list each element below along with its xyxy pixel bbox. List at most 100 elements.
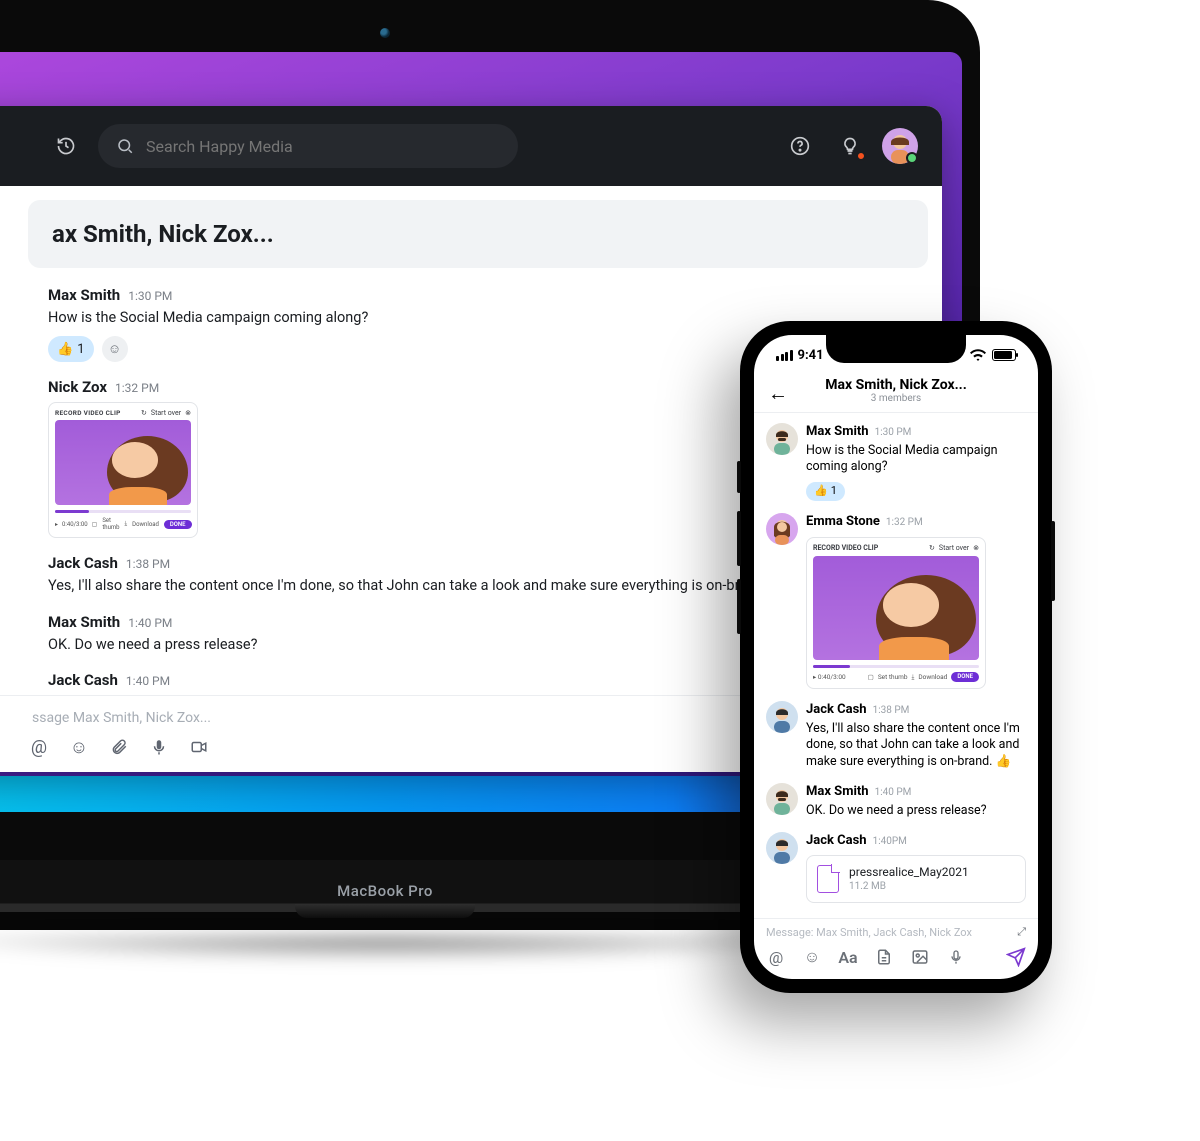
message-author[interactable]: Nick Zox <box>48 378 107 396</box>
message-time: 1:40PM <box>873 835 907 849</box>
message: Max Smith1:30 PM How is the Social Media… <box>766 423 1026 501</box>
history-icon[interactable] <box>48 128 84 164</box>
video-frame[interactable] <box>55 420 191 505</box>
video-card-title: RECORD VIDEO CLIP <box>813 544 878 553</box>
mention-icon[interactable]: @ <box>28 736 50 758</box>
notification-dot <box>856 151 866 161</box>
avatar[interactable] <box>766 701 798 733</box>
laptop-hinge-notch <box>295 904 475 918</box>
laptop-camera <box>380 28 390 38</box>
message-body: How is the Social Media campaign coming … <box>806 443 1026 477</box>
whats-new-icon[interactable] <box>832 128 868 164</box>
download-label[interactable]: Download <box>132 521 159 528</box>
download-icon[interactable]: ⤓ <box>125 520 128 528</box>
app-topbar <box>0 106 942 186</box>
done-button[interactable]: DONE <box>951 672 979 682</box>
composer-placeholder[interactable]: Message: Max Smith, Jack Cash, Nick Zox <box>766 926 972 939</box>
help-icon[interactable] <box>782 128 818 164</box>
image-icon[interactable]: ▢ <box>92 521 98 528</box>
message-author[interactable]: Jack Cash <box>48 554 118 572</box>
start-over-icon[interactable]: ↻ <box>929 544 935 553</box>
avatar[interactable] <box>766 513 798 545</box>
message: Jack Cash 1:40PM pressrealice_May2021 11.… <box>766 832 1026 903</box>
add-reaction-icon[interactable]: ☺ <box>102 336 128 362</box>
video-clip-card[interactable]: RECORD VIDEO CLIP ↻ Start over ⊗ ▸ 0:40/… <box>806 537 986 689</box>
mention-icon[interactable]: @ <box>766 947 786 967</box>
emoji-icon[interactable]: ☺ <box>802 947 822 967</box>
start-over-icon[interactable]: ↻ <box>141 409 147 417</box>
conversation-title[interactable]: Max Smith, Nick Zox... <box>764 377 1028 393</box>
video-card-title: RECORD VIDEO CLIP <box>55 409 121 417</box>
play-icon[interactable]: ▸ <box>813 673 816 681</box>
avatar[interactable] <box>766 832 798 864</box>
back-icon[interactable]: ← <box>768 381 788 406</box>
message-body: OK. Do we need a press release? <box>806 803 1026 820</box>
start-over-label[interactable]: Start over <box>151 409 181 417</box>
set-thumb-label[interactable]: Set thumb <box>102 517 119 531</box>
microphone-icon[interactable] <box>946 947 966 967</box>
file-size: 11.2 MB <box>849 880 969 894</box>
done-button[interactable]: DONE <box>164 520 192 529</box>
avatar[interactable] <box>766 423 798 455</box>
reaction-pill[interactable]: 👍 1 <box>48 336 94 362</box>
phone-composer[interactable]: Message: Max Smith, Jack Cash, Nick Zox … <box>754 918 1038 979</box>
attach-icon[interactable] <box>108 736 130 758</box>
file-icon <box>817 865 839 893</box>
laptop-model-label: MacBook Pro <box>337 882 433 900</box>
video-frame[interactable] <box>813 556 979 660</box>
download-icon[interactable]: ⤓ <box>912 673 915 682</box>
document-icon[interactable] <box>874 947 894 967</box>
status-time: 9:41 <box>798 348 824 363</box>
phone-screen: 9:41 ← Max Smith, Nick Zox... 3 members … <box>754 335 1038 979</box>
message-body: Yes, I'll also share the content once I'… <box>806 721 1026 772</box>
play-icon[interactable]: ▸ <box>55 521 58 528</box>
text-format-icon[interactable]: Aa <box>838 947 858 967</box>
phone-composer-toolbar: @ ☺ Aa <box>766 947 1026 967</box>
message: Emma Stone 1:32 PM RECORD VIDEO CLIP ↻ St… <box>766 513 1026 689</box>
message-author[interactable]: Max Smith <box>806 783 869 801</box>
battery-icon <box>992 349 1016 361</box>
emoji-icon[interactable]: ☺ <box>68 736 90 758</box>
message-time: 1:32 PM <box>115 381 159 395</box>
message-author[interactable]: Jack Cash <box>806 701 867 719</box>
message-author[interactable]: Max Smith <box>48 286 120 304</box>
video-clip-card[interactable]: RECORD VIDEO CLIP ↻ Start over ⊗ <box>48 402 198 538</box>
message-author[interactable]: Jack Cash <box>48 671 118 689</box>
conversation-title[interactable]: ax Smith, Nick Zox... <box>28 200 928 268</box>
search-bar[interactable] <box>98 124 518 168</box>
close-icon[interactable]: ⊗ <box>973 544 979 553</box>
image-icon[interactable] <box>910 947 930 967</box>
video-progress-bar[interactable] <box>813 665 979 668</box>
phone-notch <box>826 335 966 363</box>
message: Jack Cash1:38 PM Yes, I'll also share th… <box>766 701 1026 771</box>
conversation-subtitle: 3 members <box>764 393 1028 404</box>
video-icon[interactable] <box>188 736 210 758</box>
message-time: 1:40 PM <box>875 786 912 800</box>
message-author[interactable]: Max Smith <box>806 423 869 441</box>
reaction-emoji: 👍 <box>57 342 73 357</box>
signal-icon <box>776 350 793 361</box>
message-time: 1:32 PM <box>886 516 923 530</box>
close-icon[interactable]: ⊗ <box>185 409 191 417</box>
presence-online-icon <box>906 152 918 164</box>
video-progress-bar[interactable] <box>55 510 191 513</box>
user-avatar[interactable] <box>882 128 918 164</box>
message-author[interactable]: Max Smith <box>48 613 120 631</box>
iphone-device: 9:41 ← Max Smith, Nick Zox... 3 members … <box>740 321 1052 993</box>
send-icon[interactable] <box>1006 947 1026 967</box>
reaction-emoji: 👍 <box>814 484 828 499</box>
set-thumb-label[interactable]: Set thumb <box>878 673 908 682</box>
expand-icon[interactable]: ⤢ <box>1017 925 1026 939</box>
wifi-icon <box>970 349 986 361</box>
reaction-count: 1 <box>77 342 84 357</box>
avatar[interactable] <box>766 783 798 815</box>
image-icon[interactable]: ▢ <box>868 673 874 682</box>
start-over-label[interactable]: Start over <box>939 544 969 553</box>
file-attachment[interactable]: pressrealice_May2021 11.2 MB <box>806 855 1026 903</box>
download-label[interactable]: Download <box>918 673 947 682</box>
search-input[interactable] <box>146 137 500 156</box>
reaction-pill[interactable]: 👍 1 <box>806 482 845 501</box>
microphone-icon[interactable] <box>148 736 170 758</box>
message-author[interactable]: Emma Stone <box>806 513 880 531</box>
message-author[interactable]: Jack Cash <box>806 832 867 850</box>
